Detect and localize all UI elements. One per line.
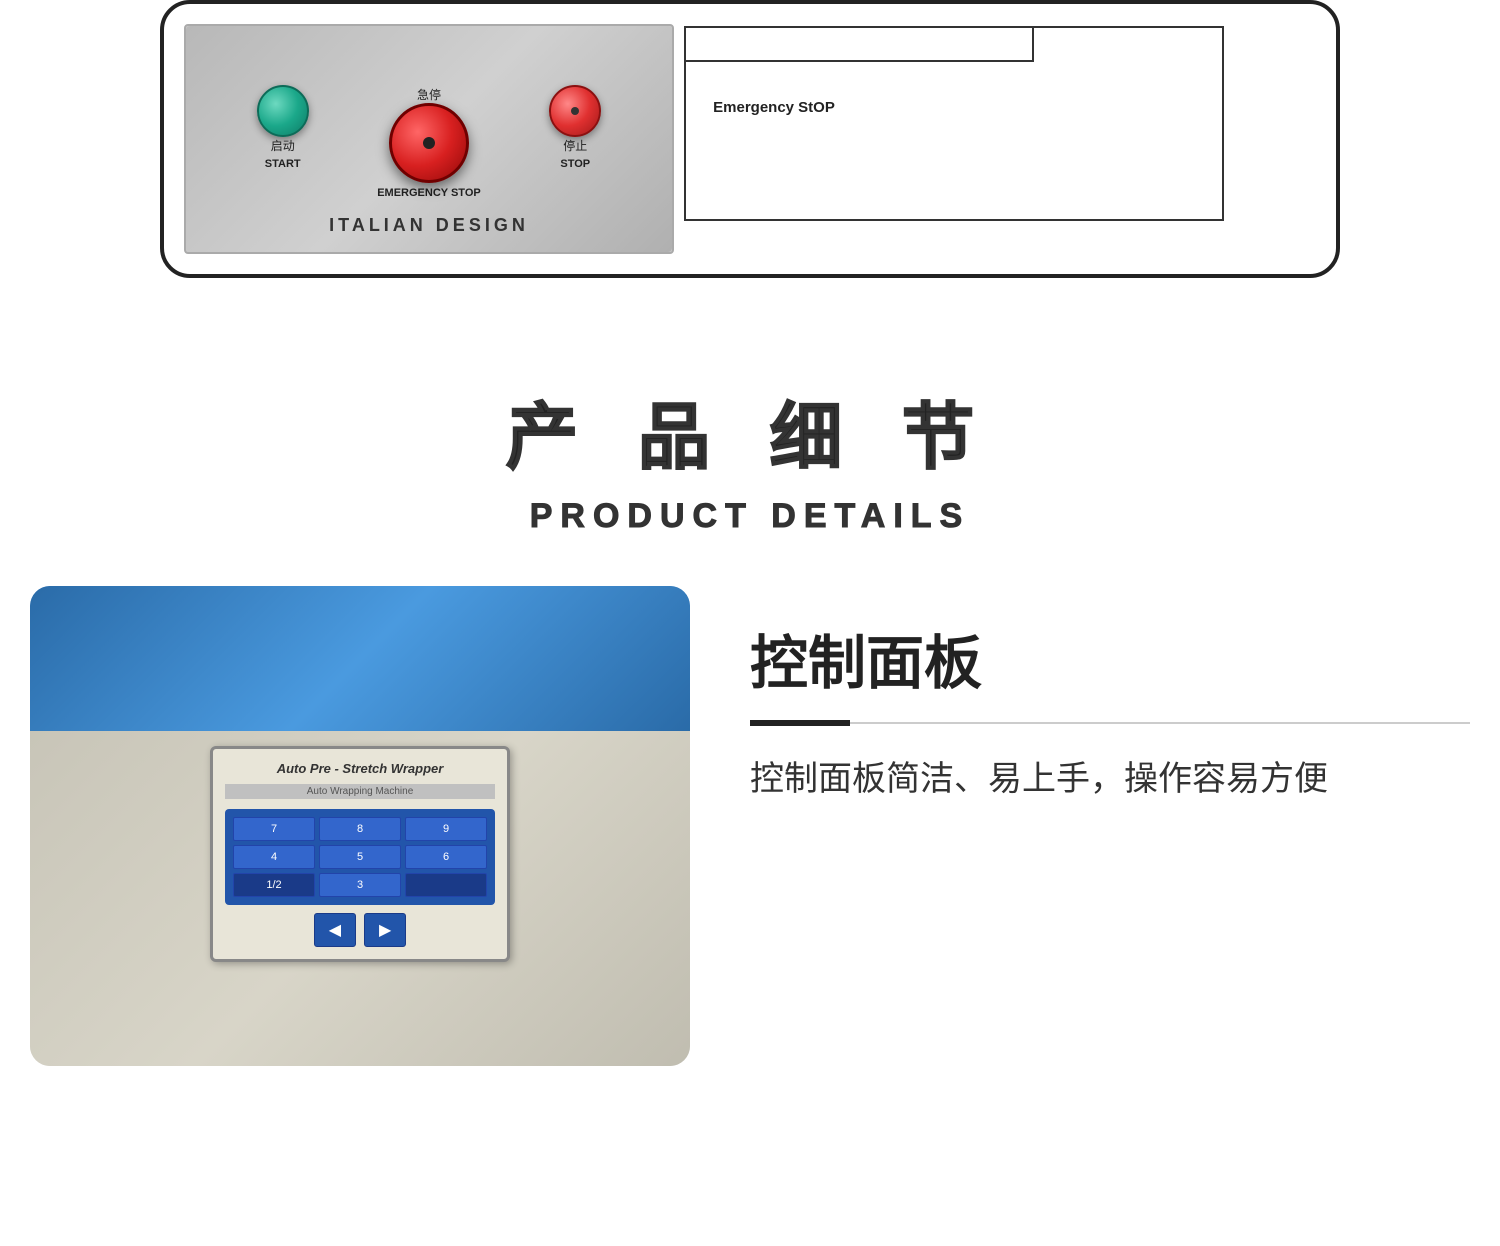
- machine-title: Auto Pre - Stretch Wrapper: [225, 761, 495, 776]
- panel-image: 启动 START 急停 EMERGENCY STOP 停止: [184, 24, 674, 254]
- italian-design-label: ITALIAN DESIGN: [329, 215, 529, 236]
- stop-label-en: STOP: [560, 158, 590, 170]
- stop-button-group: 停止 STOP: [549, 85, 601, 170]
- nav-right-btn: ▶: [364, 913, 406, 947]
- emergency-stop-button: [389, 103, 469, 183]
- stop-label-cn: 停止: [563, 137, 587, 154]
- buttons-row: 启动 START 急停 EMERGENCY STOP 停止: [222, 56, 635, 199]
- emergency-stop-annotation: Emergency StOP: [674, 99, 874, 116]
- cabinet-blue-top: [30, 586, 690, 731]
- nav-left-btn: ◀: [314, 913, 356, 947]
- emergency-label-cn: 急停: [417, 86, 441, 103]
- divider-black: [750, 720, 850, 726]
- bottom-section: Auto Pre - Stretch Wrapper Auto Wrapping…: [0, 586, 1500, 1066]
- keypad: 7 8 9 4 5 6 1/2 3: [225, 809, 495, 905]
- control-unit: Auto Pre - Stretch Wrapper Auto Wrapping…: [210, 746, 510, 962]
- nav-row: ◀ ▶: [225, 913, 495, 947]
- key-5: 5: [319, 845, 401, 869]
- emergency-label-en: EMERGENCY STOP: [377, 187, 481, 199]
- key-9: 9: [405, 817, 487, 841]
- machine-subtitle: Auto Wrapping Machine: [225, 784, 495, 799]
- section-title-english: PRODUCT DETAILS: [0, 497, 1500, 536]
- annotations-area: Emergency StOP: [684, 24, 1316, 254]
- control-panel-container: 启动 START 急停 EMERGENCY STOP 停止: [160, 0, 1340, 278]
- panel-info-title: 控制面板: [750, 616, 1470, 700]
- info-divider: [750, 720, 1470, 726]
- product-details-section: 产 品 细 节 PRODUCT DETAILS: [0, 318, 1500, 586]
- key-half: 1/2: [233, 873, 315, 897]
- start-button-group: 启动 START: [257, 85, 309, 170]
- top-section: 启动 START 急停 EMERGENCY STOP 停止: [0, 0, 1500, 318]
- stop-button: [549, 85, 601, 137]
- key-6: 6: [405, 845, 487, 869]
- key-3: 3: [319, 873, 401, 897]
- panel-photo: Auto Pre - Stretch Wrapper Auto Wrapping…: [30, 586, 690, 1066]
- key-8: 8: [319, 817, 401, 841]
- panel-info-description: 控制面板简洁、易上手，操作容易方便: [750, 754, 1470, 805]
- start-label-cn: 启动: [271, 137, 295, 154]
- control-panel-inner: 启动 START 急停 EMERGENCY STOP 停止: [184, 24, 1316, 254]
- start-button: [257, 85, 309, 137]
- section-title-chinese: 产 品 细 节: [0, 378, 1500, 483]
- divider-gray: [850, 722, 1470, 724]
- key-empty: [405, 873, 487, 897]
- annotation-box-main: [684, 26, 1224, 221]
- emergency-stop-group: 急停 EMERGENCY STOP: [377, 86, 481, 199]
- key-4: 4: [233, 845, 315, 869]
- panel-info: 控制面板 控制面板简洁、易上手，操作容易方便: [750, 586, 1470, 805]
- key-7: 7: [233, 817, 315, 841]
- start-label-en: START: [265, 158, 301, 170]
